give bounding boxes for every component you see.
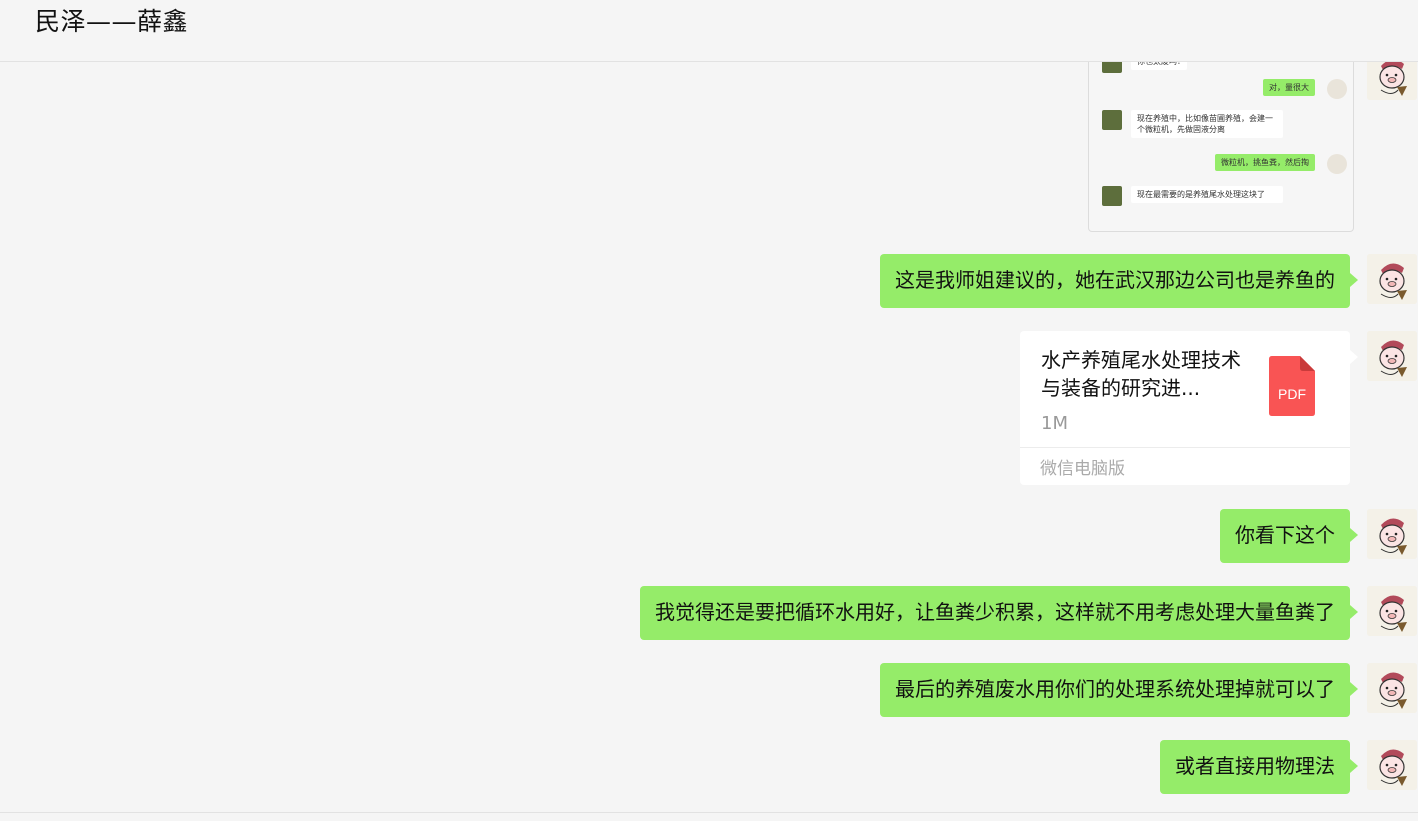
input-area-divider — [0, 812, 1418, 813]
self-avatar-mini — [1327, 79, 1347, 99]
message-bubble[interactable]: 或者直接用物理法 — [1160, 740, 1358, 794]
contact-avatar-mini — [1102, 62, 1122, 73]
self-avatar[interactable] — [1367, 62, 1417, 100]
file-name: 水产养殖尾水处理技术与装备的研究进... — [1041, 348, 1241, 400]
self-avatar-mini — [1327, 154, 1347, 174]
message-bubble[interactable]: 这是我师姐建议的，她在武汉那边公司也是养鱼的 — [880, 254, 1358, 308]
pdf-icon-label: PDF — [1278, 386, 1306, 402]
self-avatar[interactable] — [1367, 331, 1417, 381]
cartoon-avatar-icon — [1367, 663, 1417, 713]
chat-title: 民泽——薛鑫 — [35, 7, 189, 36]
message-bubble[interactable]: 我觉得还是要把循环水用好，让鱼粪少积累，这样就不用考虑处理大量鱼粪了 — [640, 586, 1358, 640]
file-source-label: 微信电脑版 — [1040, 459, 1125, 479]
mini-message: 现在最需要的是养殖尾水处理这块了 — [1131, 186, 1283, 203]
file-message-card[interactable]: 水产养殖尾水处理技术与装备的研究进... PDF 1M 微信电脑版 — [1020, 331, 1358, 485]
divider — [1020, 447, 1350, 448]
pdf-file-icon: PDF — [1269, 356, 1315, 416]
cartoon-avatar-icon — [1367, 254, 1417, 304]
cartoon-avatar-icon — [1367, 331, 1417, 381]
mini-message: 你也太废吗? — [1131, 62, 1188, 70]
screenshot-image-message[interactable]: 你也太废吗? 对，量很大 现在养殖中，比如像苗圃养殖，会建一个微粒机，先做固液分… — [1088, 62, 1354, 232]
mini-message: 现在养殖中，比如像苗圃养殖，会建一个微粒机，先做固液分离 — [1131, 110, 1283, 138]
cartoon-avatar-icon — [1367, 62, 1417, 100]
self-avatar[interactable] — [1367, 740, 1417, 790]
mini-message: 微粒机，挑鱼粪，然后掏 — [1215, 154, 1315, 171]
chat-header: 民泽——薛鑫 — [0, 0, 1418, 62]
cartoon-avatar-icon — [1367, 509, 1417, 559]
cartoon-avatar-icon — [1367, 586, 1417, 636]
message-list[interactable]: 你也太废吗? 对，量很大 现在养殖中，比如像苗圃养殖，会建一个微粒机，先做固液分… — [0, 62, 1418, 812]
cartoon-avatar-icon — [1367, 740, 1417, 790]
mini-message: 对，量很大 — [1263, 79, 1315, 96]
contact-avatar-mini — [1102, 110, 1122, 130]
message-bubble[interactable]: 你看下这个 — [1220, 509, 1358, 563]
self-avatar[interactable] — [1367, 586, 1417, 636]
self-avatar[interactable] — [1367, 509, 1417, 559]
self-avatar[interactable] — [1367, 663, 1417, 713]
contact-avatar-mini — [1102, 186, 1122, 206]
message-bubble[interactable]: 最后的养殖废水用你们的处理系统处理掉就可以了 — [880, 663, 1358, 717]
self-avatar[interactable] — [1367, 254, 1417, 304]
file-size: 1M — [1041, 413, 1068, 434]
